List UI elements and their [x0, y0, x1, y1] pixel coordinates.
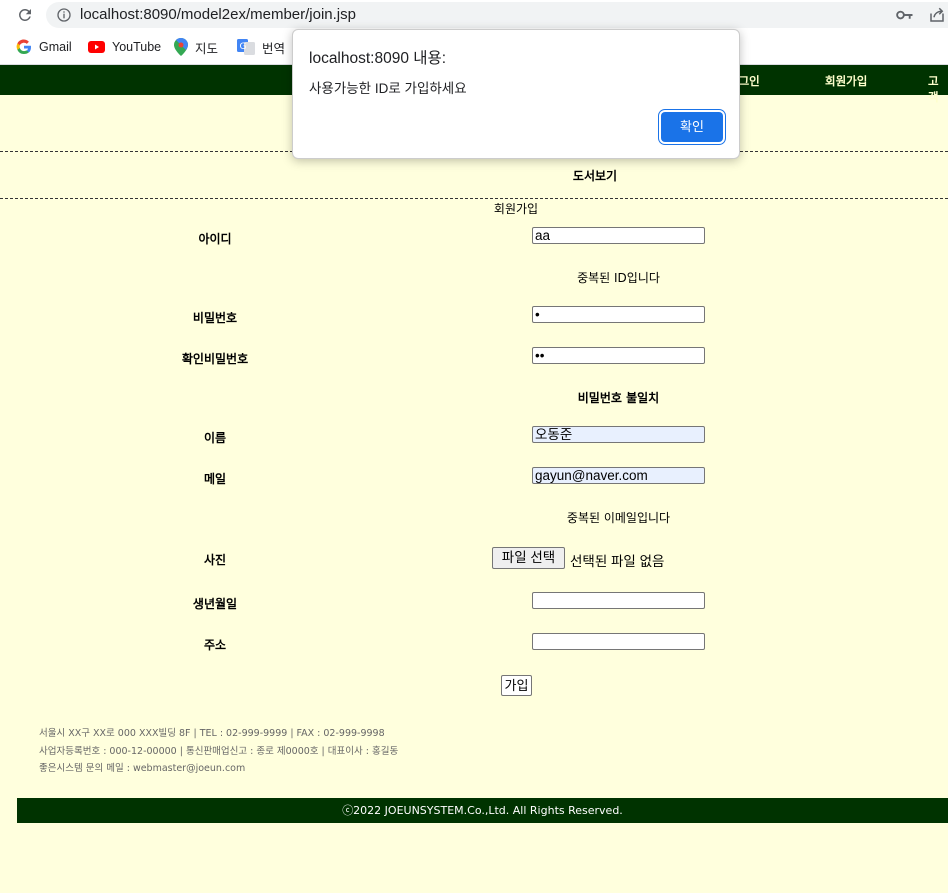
alert-title: localhost:8090 내용:: [309, 50, 447, 67]
bookmark-youtube[interactable]: YouTube: [88, 38, 161, 56]
id-input[interactable]: aa: [532, 227, 705, 244]
translate-icon: G: [237, 39, 255, 55]
key-icon[interactable]: [896, 7, 914, 23]
file-select-button[interactable]: 파일 선택: [492, 547, 565, 569]
bookmark-label: 번역: [262, 41, 286, 56]
password-confirm-input[interactable]: ••: [532, 347, 705, 364]
name-label: 이름: [203, 431, 227, 445]
maps-pin-icon: [174, 38, 188, 56]
footer-business: 사업자등록번호 : 000-12-00000 | 통신판매업신고 : 종로 제0…: [39, 745, 399, 757]
divider: [0, 198, 948, 199]
name-input[interactable]: 오동준: [532, 426, 705, 443]
bookmark-label: 지도: [195, 41, 219, 56]
url-text[interactable]: localhost:8090/model2ex/member/join.jsp: [80, 6, 356, 23]
form-caption: 회원가입: [493, 202, 539, 216]
footer-contact: 좋은시스템 문의 메일 : webmaster@joeun.com: [39, 763, 246, 774]
address-input[interactable]: [532, 633, 705, 650]
email-label: 메일: [203, 472, 227, 486]
svg-text:G: G: [240, 42, 247, 52]
address-label: 주소: [203, 638, 227, 652]
photo-label: 사진: [203, 553, 227, 567]
birth-input[interactable]: [532, 592, 705, 609]
join-submit-button[interactable]: 가입: [501, 675, 532, 696]
bookmark-translate[interactable]: G 번역: [237, 38, 285, 56]
alert-ok-button[interactable]: 확인: [661, 112, 723, 142]
password-input[interactable]: •: [532, 306, 705, 323]
alert-dialog: localhost:8090 내용: 사용가능한 ID로 가입하세요 확인: [292, 29, 740, 159]
id-message: 중복된 ID입니다: [577, 271, 660, 285]
bookmark-gmail[interactable]: Gmail: [16, 38, 72, 56]
site-info-icon[interactable]: [56, 7, 72, 23]
footer-info: 서울시 XX구 XX로 000 XXX빌딩 8F | TEL : 02-999-…: [39, 725, 398, 778]
google-icon: [16, 39, 31, 55]
file-status: 선택된 파일 없음: [570, 554, 665, 569]
nav-customer[interactable]: 고객: [928, 73, 948, 105]
password-message: 비밀번호 불일치: [577, 391, 660, 405]
nav-join[interactable]: 회원가입: [825, 73, 867, 89]
id-label: 아이디: [198, 232, 232, 246]
birth-label: 생년월일: [192, 597, 238, 611]
youtube-icon: [88, 41, 105, 53]
password-confirm-label: 확인비밀번호: [181, 352, 249, 366]
share-icon[interactable]: [928, 6, 946, 24]
email-input[interactable]: gayun@naver.com: [532, 467, 705, 484]
email-message: 중복된 이메일입니다: [566, 511, 671, 525]
address-bar: localhost:8090/model2ex/member/join.jsp: [0, 0, 948, 30]
bookmark-maps[interactable]: 지도: [174, 38, 218, 56]
footer-address: 서울시 XX구 XX로 000 XXX빌딩 8F | TEL : 02-999-…: [39, 728, 385, 739]
omnibox[interactable]: localhost:8090/model2ex/member/join.jsp: [46, 2, 948, 28]
reload-icon[interactable]: [16, 6, 34, 24]
footer-copyright: ⓒ2022 JOEUNSYSTEM.Co.,Ltd. All Rights Re…: [17, 798, 948, 823]
alert-message: 사용가능한 ID로 가입하세요: [309, 81, 467, 96]
bookmark-label: Gmail: [39, 40, 72, 54]
password-label: 비밀번호: [192, 311, 238, 325]
menu-book-view[interactable]: 도서보기: [0, 167, 948, 184]
bookmark-label: YouTube: [112, 40, 162, 54]
